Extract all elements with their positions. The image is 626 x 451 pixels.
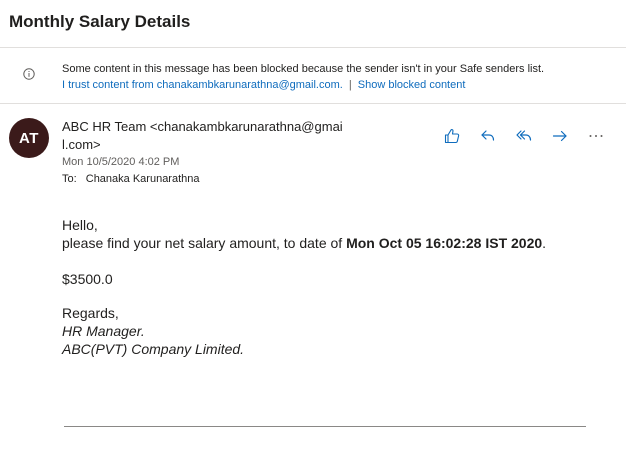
greeting: Hello,: [62, 217, 98, 233]
info-icon: [23, 67, 35, 80]
more-actions-button[interactable]: [578, 125, 614, 147]
signature-company: ABC(PVT) Company Limited.: [62, 341, 245, 357]
more-icon: [589, 135, 603, 137]
like-button[interactable]: [434, 125, 470, 147]
avatar[interactable]: AT: [9, 118, 49, 158]
reply-button[interactable]: [470, 125, 506, 147]
sender-name[interactable]: ABC HR Team <chanakambkarunarathna@gmail…: [62, 118, 347, 154]
forward-icon: [552, 130, 567, 142]
salary-sentence-text: please find your net salary amount, to d…: [62, 235, 347, 251]
thumbs-up-icon: [444, 129, 460, 144]
reply-icon: [481, 130, 495, 141]
footer-divider: [64, 426, 586, 427]
recipient-line: To: Chanaka Karunarathna: [62, 173, 200, 185]
salary-sentence: please find your net salary amount, to d…: [62, 234, 546, 252]
salary-sentence-end: .: [542, 235, 547, 251]
email-subject: Monthly Salary Details: [9, 12, 191, 31]
blocked-content-links: I trust content from chanakambkarunarath…: [62, 78, 465, 93]
link-separator: |: [348, 79, 352, 91]
sent-date: Mon 10/5/2020 4:02 PM: [62, 156, 180, 168]
regards: Regards,: [62, 305, 119, 321]
blocked-content-banner: Some content in this message has been bl…: [0, 48, 626, 104]
message-actions-toolbar: [434, 125, 614, 147]
salary-date: Mon Oct 05 16:02:28 IST 2020: [346, 235, 543, 251]
message-body: Hello, please find your net salary amoun…: [62, 216, 546, 358]
reply-all-icon: [516, 130, 532, 141]
show-blocked-content-link[interactable]: Show blocked content: [358, 79, 466, 91]
signature-title: HR Manager.: [62, 323, 145, 339]
salary-amount: $3500.0: [62, 271, 113, 287]
recipient-name[interactable]: Chanaka Karunarathna: [86, 173, 200, 185]
to-label: To:: [62, 173, 77, 185]
forward-button[interactable]: [542, 125, 578, 147]
reply-all-button[interactable]: [506, 125, 542, 147]
blocked-content-message: Some content in this message has been bl…: [62, 63, 545, 75]
trust-sender-link[interactable]: I trust content from chanakambkarunarath…: [62, 79, 343, 91]
email-reading-pane: Monthly Salary Details Some content in t…: [0, 0, 626, 451]
